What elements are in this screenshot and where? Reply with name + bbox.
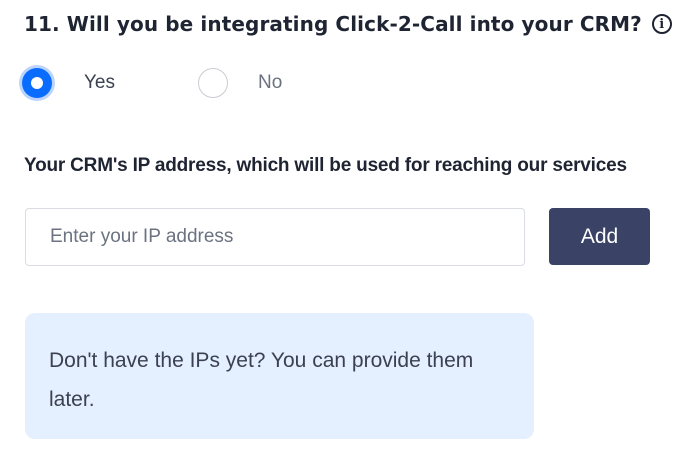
question-text: 11. Will you be integrating Click-2-Call… bbox=[24, 12, 642, 36]
info-icon[interactable]: i bbox=[651, 14, 672, 34]
radio-no-circle[interactable] bbox=[198, 68, 228, 98]
integration-radio-group: Yes No bbox=[22, 68, 282, 98]
ip-later-note-text: Don't have the IPs yet? You can provide … bbox=[49, 349, 474, 411]
radio-yes-circle[interactable] bbox=[22, 68, 52, 98]
add-ip-button[interactable]: Add bbox=[549, 208, 650, 265]
radio-option-yes[interactable]: Yes bbox=[22, 68, 198, 98]
radio-no-label[interactable]: No bbox=[258, 72, 282, 94]
radio-yes-label[interactable]: Yes bbox=[84, 72, 115, 94]
ip-later-note: Don't have the IPs yet? You can provide … bbox=[25, 313, 534, 439]
ip-address-input[interactable] bbox=[25, 208, 525, 266]
radio-option-no[interactable]: No bbox=[198, 68, 282, 98]
question-heading: 11. Will you be integrating Click-2-Call… bbox=[24, 12, 672, 36]
ip-field-label: Your CRM's IP address, which will be use… bbox=[24, 155, 627, 176]
